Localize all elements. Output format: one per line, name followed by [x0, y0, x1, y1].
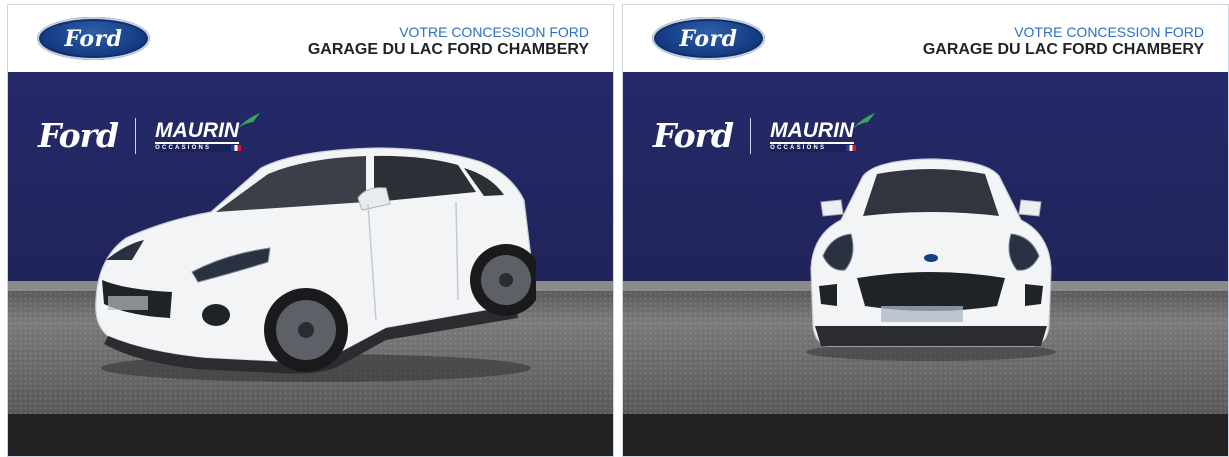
- maurin-swoosh-icon: [237, 112, 261, 129]
- maurin-occasions: OCCASIONS: [770, 143, 855, 152]
- photo-scene: Ford MAURIN OCCASIONS: [623, 72, 1228, 414]
- french-flag-icon: [846, 144, 857, 151]
- brand-divider: [750, 117, 752, 154]
- dealer-info: VOTRE CONCESSION FORD GARAGE DU LAC FORD…: [308, 24, 589, 58]
- maurin-logo: MAURIN OCCASIONS: [770, 112, 876, 152]
- photo-scene: Ford MAURIN OCCASIONS: [8, 72, 613, 414]
- vehicle-photo-2[interactable]: Ford VOTRE CONCESSION FORD GARAGE DU LAC…: [622, 4, 1229, 457]
- car-image-side: [95, 147, 536, 382]
- vehicle-photo-1[interactable]: Ford VOTRE CONCESSION FORD GARAGE DU LAC…: [7, 4, 614, 457]
- ford-logo-text: Ford: [679, 25, 738, 52]
- dealer-name: GARAGE DU LAC FORD CHAMBERY: [307, 41, 589, 58]
- car-image-front: [806, 158, 1056, 361]
- photo-bottom-band: [623, 414, 1228, 456]
- photo-header: Ford VOTRE CONCESSION FORD GARAGE DU LAC…: [8, 5, 613, 73]
- dealer-tagline: VOTRE CONCESSION FORD: [1014, 24, 1204, 40]
- dealer-name: GARAGE DU LAC FORD CHAMBERY: [922, 41, 1204, 58]
- photo-bottom-band: [8, 414, 613, 456]
- ford-script-logo: Ford: [653, 116, 734, 155]
- maurin-swoosh-icon: [852, 112, 876, 129]
- photo-header: Ford VOTRE CONCESSION FORD GARAGE DU LAC…: [623, 5, 1228, 73]
- dealer-info: VOTRE CONCESSION FORD GARAGE DU LAC FORD…: [923, 24, 1204, 58]
- maurin-wordmark: MAURIN: [770, 118, 855, 144]
- ford-logo-text: Ford: [64, 25, 123, 52]
- dealer-tagline: VOTRE CONCESSION FORD: [399, 24, 589, 40]
- ford-oval-logo: Ford: [652, 17, 765, 60]
- brand-row: Ford MAURIN OCCASIONS: [653, 112, 876, 155]
- ford-oval-logo: Ford: [37, 17, 150, 60]
